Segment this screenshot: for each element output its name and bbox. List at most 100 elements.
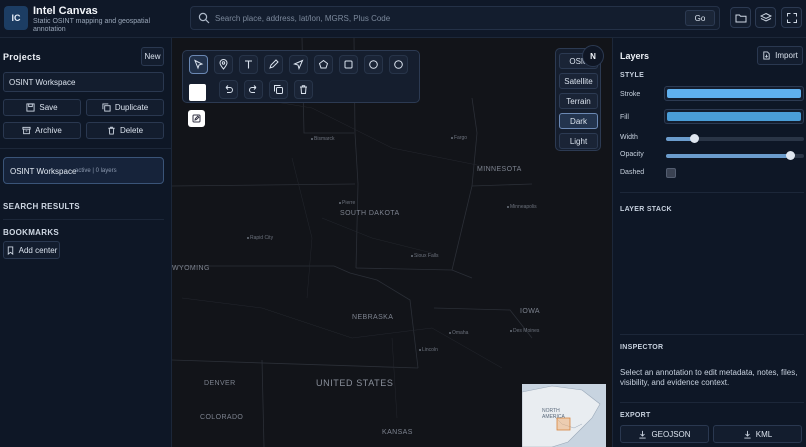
- color-swatch-button[interactable]: [189, 84, 206, 101]
- basemap-satellite-button[interactable]: Satellite: [559, 73, 598, 89]
- delete-button[interactable]: Delete: [86, 122, 164, 139]
- map-label-denver: DENVER: [204, 380, 236, 387]
- open-folder-button[interactable]: [730, 7, 751, 28]
- download-icon: [639, 430, 647, 439]
- layers-toggle-button[interactable]: [755, 7, 776, 28]
- duplicate-label: Duplicate: [114, 103, 149, 112]
- north-arrow-button[interactable]: N: [582, 45, 604, 67]
- edit-icon: [192, 114, 201, 123]
- search-input[interactable]: [215, 10, 655, 26]
- pentagon-icon: [318, 59, 329, 69]
- map-label-kansas: KANSAS: [382, 429, 413, 436]
- map-label-iowa: IOWA: [520, 308, 541, 315]
- fill-label: Fill: [620, 114, 629, 121]
- fullscreen-button[interactable]: [781, 7, 802, 28]
- export-kml-button[interactable]: KML: [713, 425, 802, 443]
- fill-color-swatch: [667, 112, 801, 121]
- app-title: Intel Canvas: [33, 5, 98, 17]
- map-city: Sioux Falls: [410, 253, 439, 259]
- undo-button[interactable]: [219, 80, 238, 99]
- add-center-bookmark-button[interactable]: Add center: [3, 241, 60, 259]
- trash-icon: [108, 126, 115, 135]
- project-name-field[interactable]: [3, 72, 164, 92]
- project-item-name: OSINT Workspace: [10, 167, 77, 176]
- import-label: Import: [775, 51, 798, 60]
- style-title: STYLE: [620, 72, 645, 79]
- file-import-icon: [763, 51, 770, 60]
- basemap-light-button[interactable]: Light: [559, 133, 598, 149]
- map-pin-icon: [219, 59, 228, 70]
- map-label-united-states: UNITED STATES: [316, 378, 394, 388]
- projects-title: Projects: [3, 52, 41, 62]
- ellipse-tool[interactable]: [389, 55, 408, 74]
- add-center-label: Add center: [18, 245, 58, 255]
- basemap-terrain-button[interactable]: Terrain: [559, 93, 598, 109]
- search-icon: [198, 12, 210, 24]
- draw-line-tool[interactable]: [264, 55, 283, 74]
- select-tool[interactable]: [189, 55, 208, 74]
- overview-minimap[interactable]: NORTH AMERICA: [522, 384, 606, 447]
- app-header: IC Intel Canvas Static OSINT mapping and…: [0, 0, 806, 38]
- opacity-slider-fill: [666, 154, 791, 158]
- left-sidebar: Projects New Save Duplicate Archive Dele…: [0, 38, 172, 447]
- search-results-title: SEARCH RESULTS: [3, 202, 80, 211]
- width-slider[interactable]: [666, 134, 804, 143]
- save-button[interactable]: Save: [3, 99, 81, 116]
- opacity-slider-thumb[interactable]: [786, 151, 796, 160]
- circle-icon: [394, 60, 403, 69]
- route-tool[interactable]: [289, 55, 308, 74]
- map-city: Des Moines: [509, 328, 540, 334]
- rectangle-tool[interactable]: [339, 55, 358, 74]
- width-slider-thumb[interactable]: [689, 134, 699, 143]
- width-label: Width: [620, 134, 638, 141]
- redo-button[interactable]: [244, 80, 263, 99]
- dashed-label: Dashed: [620, 169, 645, 176]
- map-label-minnesota: MINNESOTA: [477, 166, 522, 173]
- save-icon: [26, 103, 35, 112]
- layers-title: Layers: [620, 51, 650, 61]
- layer-stack-title: LAYER STACK: [620, 206, 672, 213]
- copy-icon: [274, 85, 283, 94]
- opacity-slider[interactable]: [666, 151, 804, 160]
- go-button[interactable]: Go: [685, 10, 715, 26]
- archive-icon: [22, 126, 31, 135]
- circle-icon: [369, 60, 378, 69]
- app-logo: IC: [4, 6, 28, 30]
- duplicate-button[interactable]: Duplicate: [86, 99, 164, 116]
- delete-feature-button[interactable]: [294, 80, 313, 99]
- new-project-button[interactable]: New: [141, 47, 164, 66]
- import-button[interactable]: Import: [757, 46, 803, 65]
- edit-feature-button[interactable]: [188, 110, 205, 127]
- layers-icon: [759, 12, 772, 22]
- divider: [620, 192, 804, 193]
- archive-label: Archive: [35, 126, 62, 135]
- folder-icon: [735, 14, 746, 22]
- archive-button[interactable]: Archive: [3, 122, 81, 139]
- geojson-label: GEOJSON: [651, 429, 691, 439]
- stroke-color-picker[interactable]: [664, 86, 804, 101]
- fullscreen-icon: [786, 12, 797, 23]
- fill-color-picker[interactable]: [664, 109, 804, 124]
- map-city: Lincoln: [419, 347, 438, 353]
- duplicate-feature-button[interactable]: [269, 80, 288, 99]
- app-subtitle: Static OSINT mapping and geospatial anno…: [33, 18, 150, 33]
- divider: [620, 334, 804, 335]
- bookmarks-title: BOOKMARKS: [3, 228, 60, 237]
- map-city: Rapid City: [246, 235, 274, 241]
- download-icon: [744, 430, 751, 439]
- copy-icon: [102, 103, 111, 112]
- basemap-dark-button[interactable]: Dark: [559, 113, 598, 129]
- send-icon: [293, 59, 304, 70]
- dashed-checkbox[interactable]: [666, 168, 676, 178]
- cursor-icon: [194, 59, 204, 70]
- save-label: Save: [39, 103, 58, 112]
- project-item-meta: active | 0 layers: [75, 168, 117, 174]
- text-icon: [245, 60, 252, 69]
- map-canvas[interactable]: NORTH DAKOTA MINNESOTA SOUTH DAKOTA NEBR…: [172, 38, 612, 447]
- polygon-tool[interactable]: [314, 55, 333, 74]
- marker-tool[interactable]: [214, 55, 233, 74]
- export-geojson-button[interactable]: GEOJSON: [620, 425, 709, 443]
- text-tool[interactable]: [239, 55, 258, 74]
- circle-tool[interactable]: [364, 55, 383, 74]
- project-list-item[interactable]: OSINT Workspace active | 0 layers: [3, 157, 164, 184]
